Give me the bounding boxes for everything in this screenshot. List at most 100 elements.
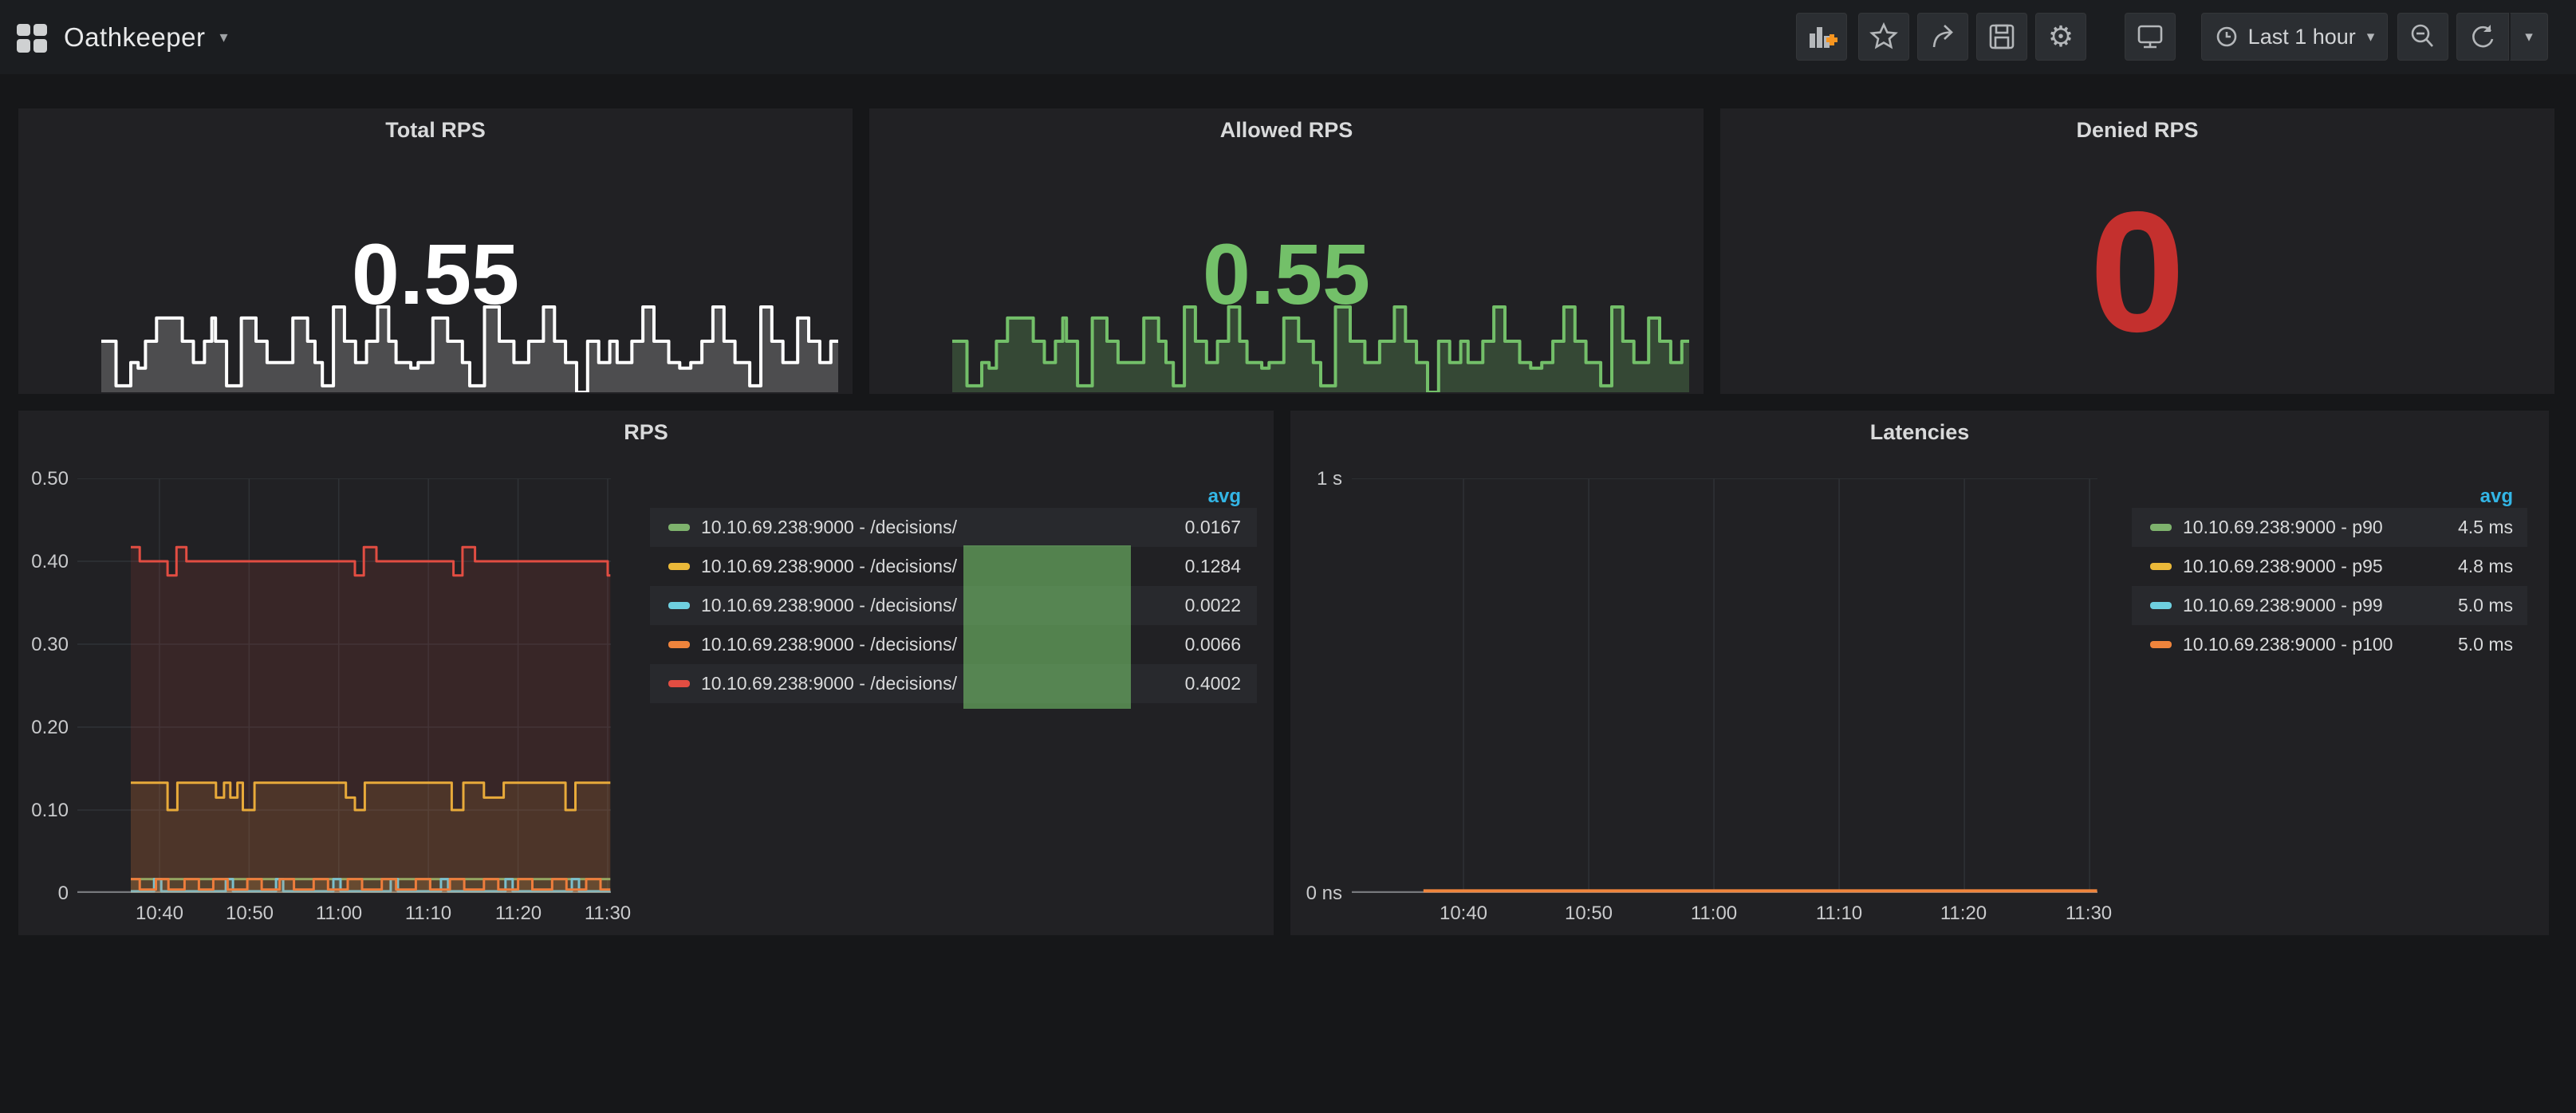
panel-title[interactable]: Allowed RPS — [869, 118, 1704, 143]
latencies-graph-plot[interactable] — [1352, 478, 2097, 893]
x-axis-tick: 10:50 — [1549, 903, 1629, 925]
series-avg-value: 5.0 ms — [2458, 595, 2513, 616]
x-axis-tick: 10:40 — [120, 903, 199, 925]
clock-icon — [2215, 25, 2239, 49]
cycle-view-button[interactable] — [2125, 13, 2176, 61]
settings-button[interactable]: ⚙ — [2035, 13, 2086, 61]
dashboard-title: Oathkeeper — [64, 22, 205, 53]
zoom-out-button[interactable] — [2397, 13, 2448, 61]
denied-rps-value: 0 — [1720, 180, 2554, 364]
x-axis-tick: 11:20 — [1924, 903, 2003, 925]
save-icon — [1987, 22, 2017, 52]
add-panel-icon — [1806, 21, 1837, 53]
rps-graph-plot[interactable] — [77, 478, 611, 893]
panel-title[interactable]: Total RPS — [18, 118, 853, 143]
latencies-graph-panel: Latencies 1 s 0 ns 10:40 10:50 11:00 11:… — [1290, 411, 2549, 935]
series-color-swatch — [2150, 524, 2172, 531]
refresh-interval-dropdown[interactable]: ▾ — [2510, 13, 2548, 61]
y-axis-tick: 0.40 — [18, 551, 69, 573]
series-color-swatch — [2150, 563, 2172, 570]
allowed-rps-sparkline — [952, 301, 1689, 392]
series-color-swatch — [668, 563, 690, 570]
x-axis-tick: 11:00 — [299, 903, 379, 925]
series-avg-value: 0.0167 — [1185, 517, 1241, 538]
series-avg-value: 4.5 ms — [2458, 517, 2513, 538]
caret-down-icon: ▾ — [2525, 28, 2533, 46]
x-axis-tick: 11:30 — [568, 903, 648, 925]
dashboards-grid-icon[interactable] — [14, 21, 49, 56]
x-axis-tick: 10:50 — [210, 903, 290, 925]
series-label: 10.10.69.238:9000 - p90 — [2183, 517, 2383, 538]
x-axis-tick: 11:10 — [1799, 903, 1879, 925]
denied-rps-panel: Denied RPS 0 — [1720, 108, 2554, 394]
series-label: 10.10.69.238:9000 - /decisions/ — [701, 595, 957, 616]
series-color-swatch — [668, 524, 690, 531]
legend-row[interactable]: 10.10.69.238:9000 - /decisions/ 0.1284 — [650, 547, 1257, 586]
allowed-rps-panel: Allowed RPS 0.55 — [869, 108, 1704, 394]
time-range-label: Last 1 hour — [2248, 25, 2356, 49]
star-button[interactable] — [1858, 13, 1909, 61]
y-axis-tick: 0.20 — [18, 717, 69, 739]
series-avg-value: 0.1284 — [1185, 556, 1241, 577]
refresh-icon — [2468, 22, 2498, 52]
series-color-swatch — [668, 680, 690, 687]
refresh-button[interactable] — [2456, 13, 2509, 61]
legend-avg-header[interactable]: avg — [650, 486, 1257, 508]
y-axis-tick: 0.10 — [18, 800, 69, 822]
legend-avg-header[interactable]: avg — [2132, 486, 2527, 508]
save-button[interactable] — [1976, 13, 2027, 61]
legend-row[interactable]: 10.10.69.238:9000 - /decisions/ 0.0022 — [650, 586, 1257, 625]
legend-row[interactable]: 10.10.69.238:9000 - /decisions/ 0.0167 — [650, 508, 1257, 547]
y-axis-tick: 0 — [18, 883, 69, 905]
y-axis-tick: 0.30 — [18, 634, 69, 656]
panel-title[interactable]: Denied RPS — [1720, 118, 2554, 143]
series-label: 10.10.69.238:9000 - /decisions/ — [701, 634, 957, 655]
y-axis-tick: 0.50 — [18, 468, 69, 490]
series-color-swatch — [668, 602, 690, 609]
legend-overlay-highlight — [963, 545, 1131, 709]
add-panel-button[interactable] — [1796, 13, 1847, 61]
x-axis-tick: 11:00 — [1674, 903, 1754, 925]
series-label: 10.10.69.238:9000 - /decisions/ — [701, 673, 957, 694]
series-avg-value: 0.0022 — [1185, 595, 1241, 616]
y-axis-tick: 0 ns — [1290, 883, 1342, 905]
x-axis-tick: 10:40 — [1424, 903, 1503, 925]
x-axis-tick: 11:20 — [479, 903, 558, 925]
legend-row[interactable]: 10.10.69.238:9000 - p99 5.0 ms — [2132, 586, 2527, 625]
series-avg-value: 5.0 ms — [2458, 634, 2513, 655]
top-navbar: Oathkeeper ▾ — [0, 0, 2576, 74]
rps-graph-panel: RPS 0.50 0.40 0.30 0.20 0.10 0 10:40 10:… — [18, 411, 1274, 935]
x-axis-tick: 11:30 — [2049, 903, 2129, 925]
series-label: 10.10.69.238:9000 - p100 — [2183, 634, 2393, 655]
legend-row[interactable]: 10.10.69.238:9000 - p90 4.5 ms — [2132, 508, 2527, 547]
star-icon — [1869, 22, 1899, 52]
caret-down-icon: ▾ — [2367, 28, 2375, 46]
total-rps-sparkline — [101, 301, 838, 392]
y-axis-tick: 1 s — [1290, 468, 1342, 490]
dashboard-title-menu[interactable]: Oathkeeper ▾ — [64, 0, 228, 74]
panel-title[interactable]: Latencies — [1290, 420, 2549, 445]
time-range-picker[interactable]: Last 1 hour ▾ — [2201, 13, 2388, 61]
zoom-out-icon — [2407, 21, 2439, 53]
series-color-swatch — [2150, 602, 2172, 609]
series-color-swatch — [668, 641, 690, 648]
total-rps-panel: Total RPS 0.55 — [18, 108, 853, 394]
legend-row[interactable]: 10.10.69.238:9000 - p95 4.8 ms — [2132, 547, 2527, 586]
series-label: 10.10.69.238:9000 - p99 — [2183, 595, 2383, 616]
legend-row[interactable]: 10.10.69.238:9000 - /decisions/ 0.0066 — [650, 625, 1257, 664]
caret-down-icon: ▾ — [219, 27, 228, 47]
cycle-view-icon — [2134, 21, 2166, 53]
panel-title[interactable]: RPS — [18, 420, 1274, 445]
series-avg-value: 0.0066 — [1185, 634, 1241, 655]
share-button[interactable] — [1917, 13, 1968, 61]
series-label: 10.10.69.238:9000 - /decisions/ — [701, 556, 957, 577]
share-icon — [1928, 22, 1958, 52]
series-label: 10.10.69.238:9000 - /decisions/ — [701, 517, 957, 538]
series-label: 10.10.69.238:9000 - p95 — [2183, 556, 2383, 577]
legend-row[interactable]: 10.10.69.238:9000 - p100 5.0 ms — [2132, 625, 2527, 664]
series-color-swatch — [2150, 641, 2172, 648]
gear-icon: ⚙ — [2048, 22, 2074, 51]
x-axis-tick: 11:10 — [388, 903, 468, 925]
legend-row[interactable]: 10.10.69.238:9000 - /decisions/ 0.4002 — [650, 664, 1257, 703]
series-avg-value: 4.8 ms — [2458, 556, 2513, 577]
